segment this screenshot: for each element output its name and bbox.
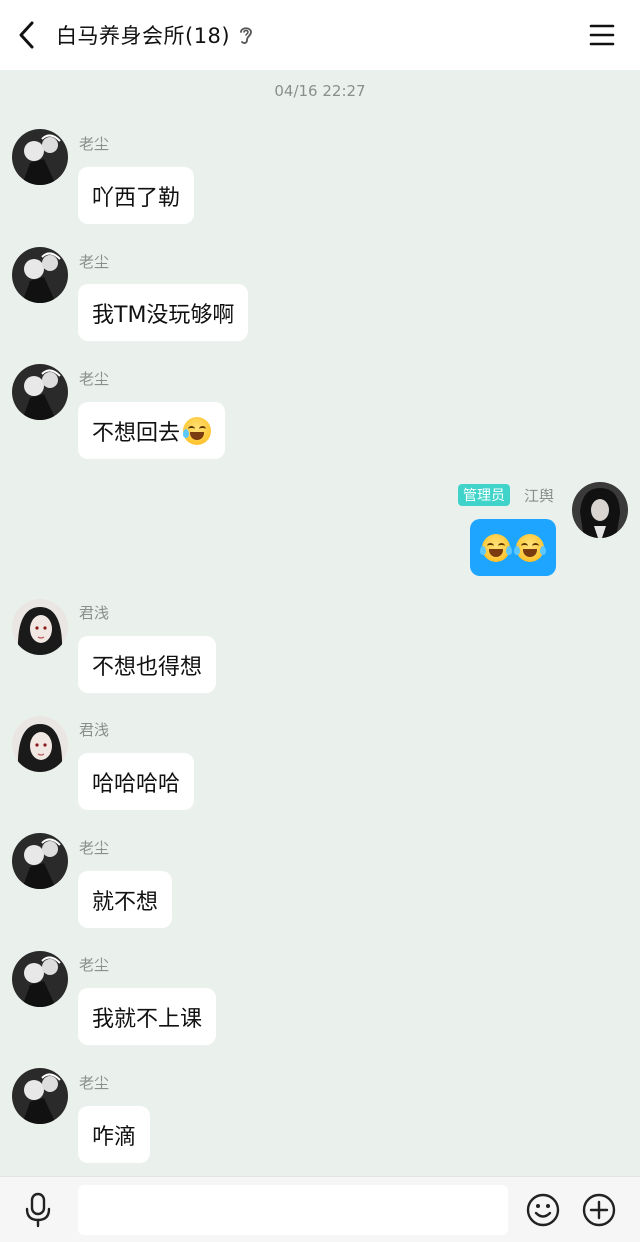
sender-name: 江舆 bbox=[524, 487, 555, 505]
emoji-button[interactable] bbox=[525, 1192, 561, 1228]
sender-name: 老尘 bbox=[79, 1074, 110, 1092]
menu-button[interactable] bbox=[588, 22, 616, 48]
microphone-icon bbox=[25, 1192, 51, 1228]
message-bubble[interactable]: 不想回去 bbox=[78, 402, 226, 459]
chat-timestamp: 04/16 22:27 bbox=[274, 82, 366, 100]
avatar[interactable] bbox=[572, 482, 628, 538]
smiley-icon bbox=[526, 1193, 560, 1227]
message-bubble[interactable] bbox=[470, 519, 556, 576]
laughing-tears-emoji-icon bbox=[514, 533, 546, 562]
message-bubble[interactable]: 吖西了勒 bbox=[78, 167, 195, 224]
more-button[interactable] bbox=[581, 1192, 617, 1228]
avatar[interactable] bbox=[12, 247, 68, 303]
title-group: 白马养身会所(18) bbox=[56, 0, 254, 70]
sender-name: 老尘 bbox=[79, 135, 110, 153]
message-bubble[interactable]: 就不想 bbox=[78, 871, 173, 928]
sender-name: 君浅 bbox=[79, 604, 110, 622]
sender-name: 君浅 bbox=[79, 721, 110, 739]
menu-icon bbox=[589, 24, 615, 46]
avatar[interactable] bbox=[12, 364, 68, 420]
message-bubble[interactable]: 哈哈哈哈 bbox=[78, 753, 195, 810]
back-button[interactable] bbox=[14, 20, 40, 50]
avatar[interactable] bbox=[12, 129, 68, 185]
plus-circle-icon bbox=[582, 1193, 616, 1227]
crying-laughing-emoji-icon bbox=[183, 416, 212, 445]
avatar[interactable] bbox=[12, 951, 68, 1007]
message-bubble[interactable]: 咋滴 bbox=[78, 1106, 151, 1163]
voice-button[interactable] bbox=[22, 1192, 54, 1228]
sender-name: 老尘 bbox=[79, 839, 110, 857]
input-bar bbox=[0, 1176, 640, 1242]
chevron-left-icon bbox=[19, 21, 34, 49]
message-bubble[interactable]: 不想也得想 bbox=[78, 636, 217, 693]
page-title: 白马养身会所(18) bbox=[56, 24, 231, 48]
message-bubble[interactable]: 我就不上课 bbox=[78, 988, 217, 1045]
avatar[interactable] bbox=[12, 599, 68, 655]
sender-name: 老尘 bbox=[79, 370, 110, 388]
sender-name: 老尘 bbox=[79, 253, 110, 271]
avatar[interactable] bbox=[12, 833, 68, 889]
ear-icon bbox=[240, 27, 253, 44]
avatar[interactable] bbox=[12, 1068, 68, 1124]
message-bubble[interactable]: 我TM没玩够啊 bbox=[78, 284, 249, 341]
chat-header: 白马养身会所(18) bbox=[0, 0, 640, 70]
sender-name: 老尘 bbox=[79, 956, 110, 974]
message-input[interactable] bbox=[78, 1185, 508, 1235]
laughing-tears-emoji-icon bbox=[480, 533, 512, 562]
message-text: 不想回去 bbox=[92, 420, 181, 446]
admin-badge: 管理员 bbox=[458, 484, 510, 506]
avatar[interactable] bbox=[12, 716, 68, 772]
